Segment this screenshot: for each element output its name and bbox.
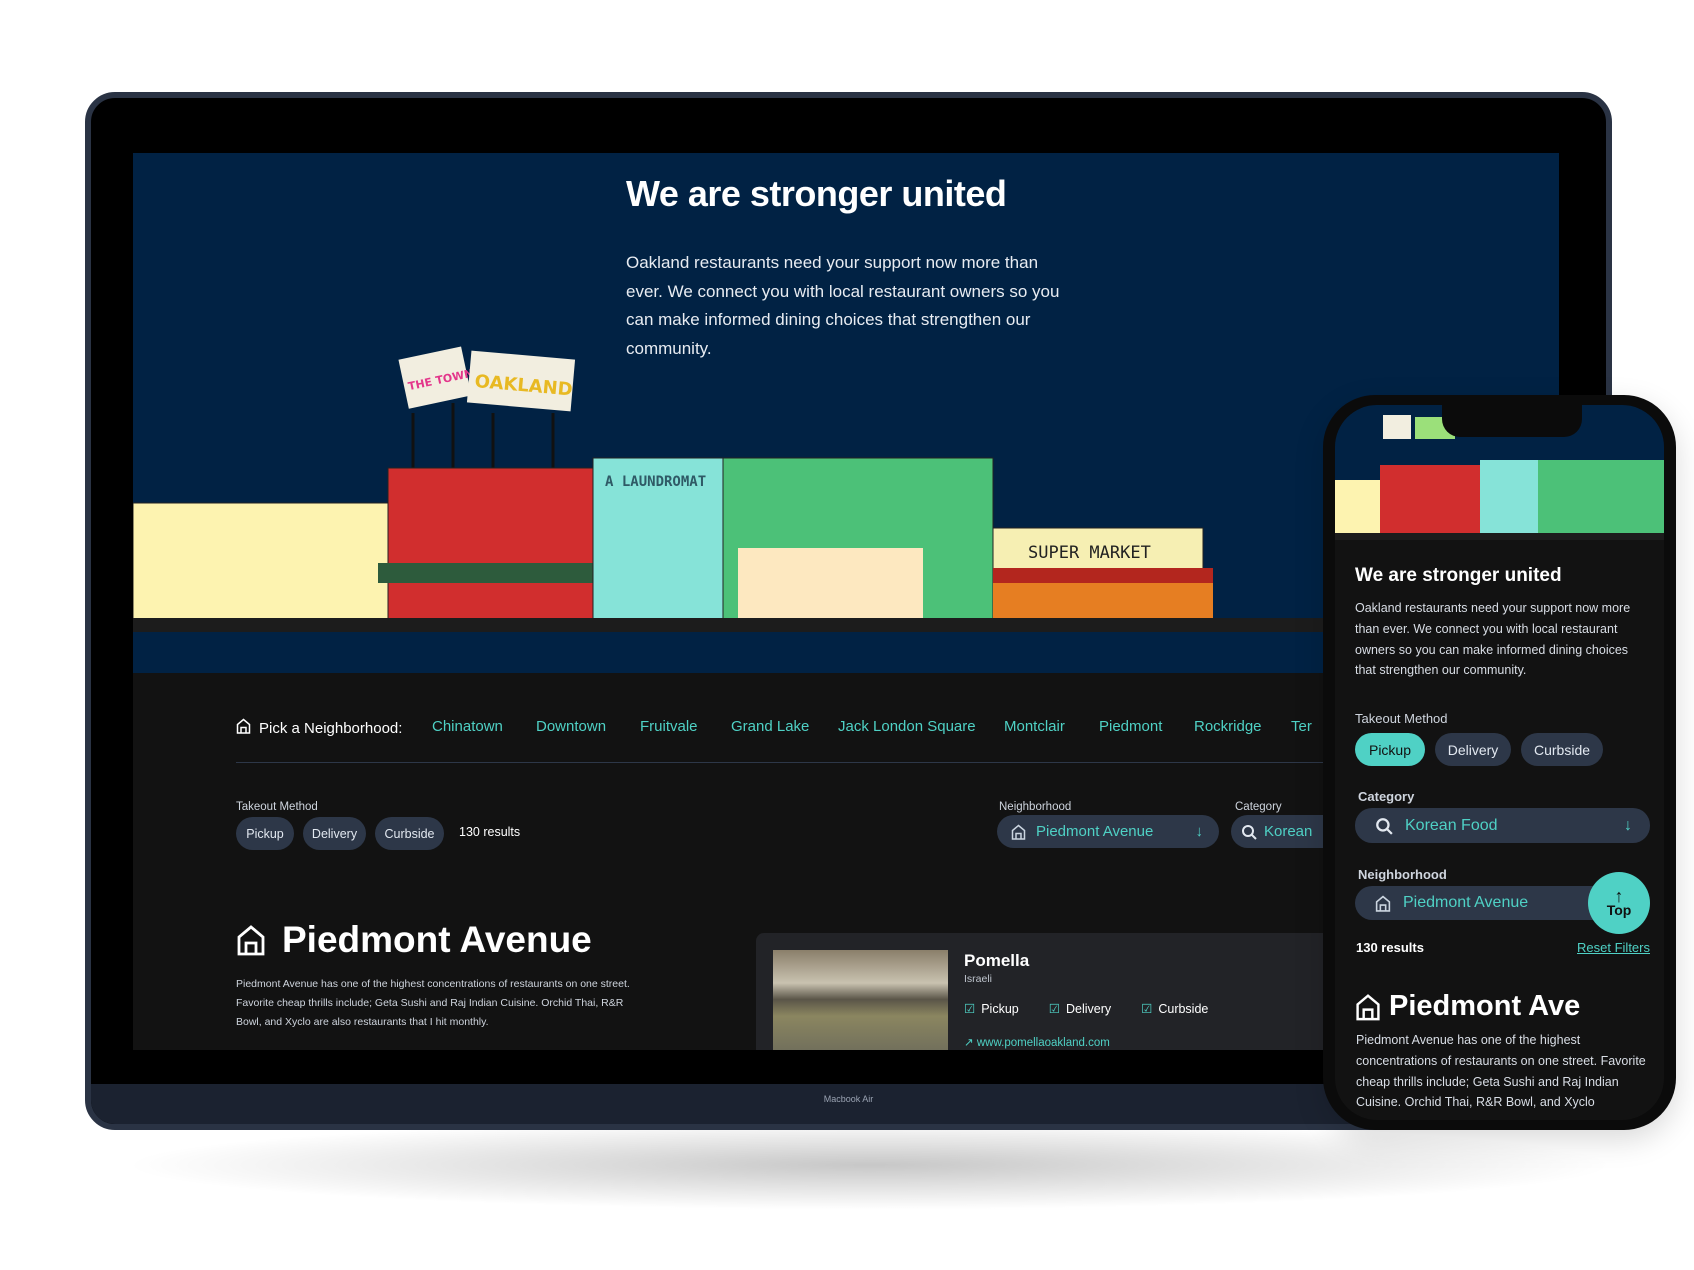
home-icon (1356, 993, 1380, 1020)
neighborhood-select-value: Piedmont Avenue (1036, 823, 1154, 840)
mobile-neighborhood-value: Piedmont Avenue (1403, 894, 1529, 911)
nav-link-montclair[interactable]: Montclair (1004, 718, 1065, 735)
mobile-section-description: Piedmont Avenue has one of the highest c… (1356, 1033, 1646, 1110)
checkbox-icon: ☑ (964, 1002, 976, 1016)
delivery-filter[interactable]: Delivery (303, 817, 366, 850)
restaurant-name: Pomella (964, 951, 1030, 970)
restaurant-photo (773, 950, 948, 1050)
mobile-results-count: 130 results (1356, 940, 1424, 955)
home-icon (237, 925, 265, 956)
restaurant-website-link[interactable]: ↗ www.pomellaoakland.com (964, 1035, 1110, 1049)
mobile-category-label: Category (1358, 789, 1415, 804)
method-label: Curbside (1158, 1001, 1209, 1016)
nav-link-chinatown[interactable]: Chinatown (432, 718, 503, 735)
street-mural-illustration: THE TOWN OAKLAND A LAUNDROMAT SUPER MARK… (133, 346, 1333, 632)
mobile-category-value: Korean Food (1405, 816, 1498, 834)
sign-super-market: SUPER MARKET (1028, 543, 1151, 563)
method-label: Pickup (981, 1001, 1019, 1016)
device-label: Macbook Air (823, 1094, 874, 1104)
section-heading: Piedmont Avenue (236, 919, 592, 961)
search-icon (1242, 824, 1257, 840)
arrow-up-icon: ↑ (1614, 886, 1624, 906)
section-title: Piedmont Avenue (282, 919, 592, 960)
neighborhood-select[interactable]: Piedmont Avenue ↓ (997, 815, 1219, 848)
device-shadow (120, 1120, 1620, 1210)
section-description: Piedmont Avenue has one of the highest c… (236, 978, 630, 1028)
restaurant-methods: ☑ Pickup ☑ Delivery ☑ Curbside (964, 1001, 1238, 1017)
nav-link-temescal[interactable]: Ter (1291, 718, 1312, 735)
home-icon (1375, 895, 1391, 912)
curbside-filter[interactable]: Curbside (375, 817, 444, 850)
reset-filters-link[interactable]: Reset Filters (1577, 940, 1650, 955)
mobile-section-heading: Piedmont Ave (1355, 990, 1580, 1023)
nav-link-fruitvale[interactable]: Fruitvale (640, 718, 698, 735)
method-label: Delivery (1065, 1001, 1112, 1016)
mobile-hero-title: We are stronger united (1355, 565, 1562, 586)
phone-mockup: We are stronger united Oakland restauran… (1323, 395, 1676, 1130)
nav-link-grand-lake[interactable]: Grand Lake (731, 718, 809, 735)
results-count: 130 results (459, 825, 521, 839)
home-icon (236, 718, 251, 738)
method-delivery: ☑ Delivery (1048, 1001, 1112, 1017)
nav-link-piedmont[interactable]: Piedmont (1099, 718, 1162, 735)
external-link-icon: ↗ (964, 1037, 977, 1049)
mobile-takeout-label: Takeout Method (1355, 711, 1448, 726)
back-to-top-button[interactable]: ↑ Top (1588, 872, 1650, 934)
neighborhood-filter-label: Neighborhood (999, 801, 1072, 813)
phone-screen: We are stronger united Oakland restauran… (1335, 405, 1664, 1120)
mobile-curbside-filter[interactable]: Curbside (1521, 733, 1603, 766)
takeout-method-label: Takeout Method (236, 801, 318, 813)
checkbox-icon: ☑ (1141, 1002, 1153, 1016)
method-pickup: ☑ Pickup (964, 1001, 1019, 1017)
arrow-down-icon: ↓ (1624, 816, 1632, 834)
back-to-top-label: Top (1606, 902, 1632, 918)
hero-title: We are stronger united (626, 173, 1007, 214)
checkbox-icon: ☑ (1048, 1002, 1060, 1016)
home-icon (1011, 824, 1026, 840)
mobile-hero-lead: Oakland restaurants need your support no… (1355, 601, 1631, 678)
nav-link-jack-london-square[interactable]: Jack London Square (838, 718, 976, 735)
category-filter-label: Category (1235, 801, 1282, 813)
sign-laundromat: A LAUNDROMAT (605, 474, 706, 490)
arrow-down-icon: ↓ (1195, 823, 1204, 840)
divider (236, 762, 1336, 763)
method-curbside: ☑ Curbside (1141, 1001, 1209, 1017)
phone-notch (1442, 405, 1582, 437)
mobile-pickup-filter[interactable]: Pickup (1355, 733, 1425, 766)
restaurant-url: www.pomellaoakland.com (976, 1037, 1110, 1049)
restaurant-cuisine: Israeli (964, 973, 993, 985)
neighborhood-nav-label: Pick a Neighborhood: (259, 719, 403, 737)
category-select-value: Korean (1264, 823, 1313, 840)
mobile-section-title: Piedmont Ave (1389, 990, 1581, 1022)
mobile-delivery-filter[interactable]: Delivery (1435, 733, 1511, 766)
neighborhood-nav: Pick a Neighborhood: (236, 716, 402, 740)
mobile-neighborhood-label: Neighborhood (1358, 867, 1447, 882)
search-icon (1376, 817, 1393, 835)
nav-link-rockridge[interactable]: Rockridge (1194, 718, 1262, 735)
pickup-filter[interactable]: Pickup (236, 817, 294, 850)
mobile-category-select[interactable]: Korean Food ↓ (1355, 808, 1650, 843)
nav-link-downtown[interactable]: Downtown (536, 718, 606, 735)
